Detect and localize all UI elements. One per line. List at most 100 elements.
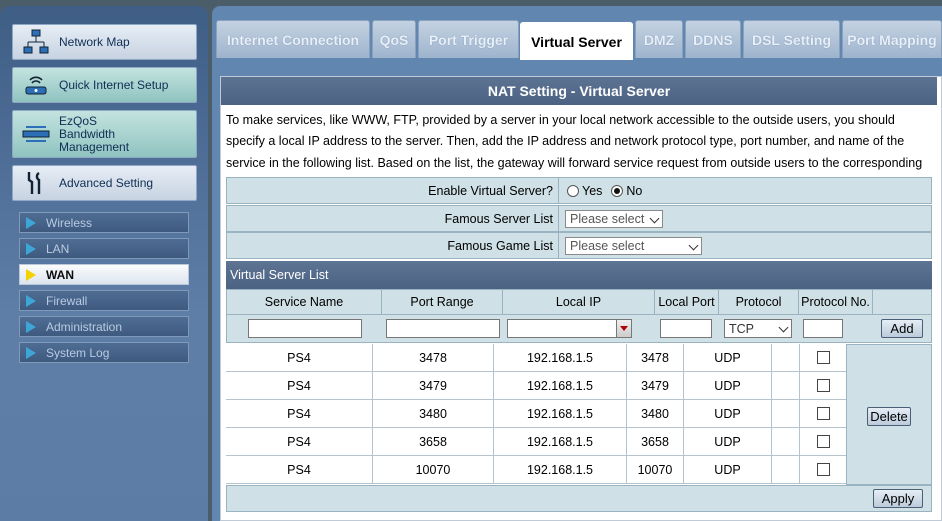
- cell-local-ip: 192.168.1.5: [494, 372, 627, 399]
- cell-protocol: UDP: [684, 372, 772, 399]
- cell-local-port: 3480: [627, 400, 684, 427]
- cell-select: [800, 456, 846, 483]
- arrow-right-icon: [26, 346, 36, 359]
- tab-port-trigger[interactable]: Port Trigger: [418, 20, 519, 58]
- enable-label: Enable Virtual Server?: [227, 178, 559, 203]
- menu-label: Quick Internet Setup: [59, 77, 169, 92]
- header-port-range: Port Range: [382, 290, 503, 314]
- dropdown-arrow-icon: [620, 326, 628, 331]
- list-title: Virtual Server List: [226, 261, 932, 289]
- menu-network-map[interactable]: Network Map: [12, 24, 197, 60]
- enable-virtual-server-row: Enable Virtual Server? Yes No: [226, 177, 932, 204]
- server-list: PS4 3478 192.168.1.5 3478 UDP PS4 3479 1…: [226, 344, 846, 485]
- famous-server-row: Famous Server List Please select: [226, 205, 932, 232]
- submenu-administration[interactable]: Administration: [19, 316, 189, 337]
- tab-ddns[interactable]: DDNS: [685, 20, 741, 58]
- list-header: Service Name Port Range Local IP Local P…: [226, 289, 932, 315]
- cell-select: [800, 372, 846, 399]
- table-row: PS4 10070 192.168.1.5 10070 UDP: [226, 456, 846, 484]
- local-ip-dropdown[interactable]: [616, 319, 632, 338]
- row-checkbox[interactable]: [816, 463, 830, 476]
- arrow-right-icon: [26, 216, 36, 229]
- famous-game-select[interactable]: Please select: [565, 236, 702, 255]
- cell-select: [800, 344, 846, 371]
- cell-service-name: PS4: [226, 456, 373, 483]
- radio-yes[interactable]: [567, 184, 579, 197]
- cell-protocol-no: [772, 344, 800, 371]
- arrow-right-icon: [26, 268, 36, 281]
- menu-quick-internet-setup[interactable]: Quick Internet Setup: [12, 67, 197, 103]
- table-row: PS4 3480 192.168.1.5 3480 UDP: [226, 400, 846, 428]
- submenu-system-log[interactable]: System Log: [19, 342, 189, 363]
- radio-no-label: No: [626, 183, 643, 198]
- header-service-name: Service Name: [227, 290, 382, 314]
- menu-label: EzQoS Bandwidth Management: [59, 113, 130, 154]
- cell-service-name: PS4: [226, 372, 373, 399]
- cell-protocol-no: [772, 456, 800, 483]
- tab-dmz[interactable]: DMZ: [635, 20, 683, 58]
- cell-local-ip: 192.168.1.5: [494, 456, 627, 483]
- service-name-input[interactable]: [248, 319, 362, 338]
- cell-local-port: 3658: [627, 428, 684, 455]
- table-row: PS4 3479 192.168.1.5 3479 UDP: [226, 372, 846, 400]
- cell-service-name: PS4: [226, 428, 373, 455]
- tab-virtual-server[interactable]: Virtual Server: [520, 22, 633, 60]
- protocol-select[interactable]: TCP: [724, 319, 792, 338]
- row-checkbox[interactable]: [816, 407, 830, 420]
- network-map-icon: [13, 25, 59, 59]
- row-checkbox[interactable]: [816, 435, 830, 448]
- submenu-lan[interactable]: LAN: [19, 238, 189, 259]
- chevron-down-icon: [778, 322, 789, 333]
- local-ip-input[interactable]: [507, 319, 632, 338]
- chevron-down-icon: [649, 213, 660, 223]
- tab-port-mapping[interactable]: Port Mapping: [842, 20, 942, 58]
- arrow-right-icon: [26, 294, 36, 307]
- local-port-input[interactable]: [660, 319, 712, 338]
- submenu-wireless[interactable]: Wireless: [19, 212, 189, 233]
- menu-advanced-setting[interactable]: Advanced Setting: [12, 165, 197, 201]
- menu-label: Network Map: [59, 34, 130, 49]
- cell-select: [800, 428, 846, 455]
- radio-yes-label: Yes: [582, 183, 603, 198]
- cell-protocol-no: [772, 372, 800, 399]
- header-protocol: Protocol: [719, 290, 799, 314]
- menu-ezqos[interactable]: EzQoS Bandwidth Management: [12, 110, 197, 158]
- tab-internet-connection[interactable]: Internet Connection: [216, 20, 370, 58]
- protocol-no-input[interactable]: [803, 319, 843, 338]
- section-title: NAT Setting - Virtual Server: [221, 77, 937, 105]
- tab-qos[interactable]: QoS: [372, 20, 416, 58]
- cell-local-ip: 192.168.1.5: [494, 428, 627, 455]
- radio-no[interactable]: [611, 184, 624, 197]
- cell-protocol: UDP: [684, 400, 772, 427]
- submenu-wan[interactable]: WAN: [19, 264, 189, 285]
- arrow-right-icon: [26, 242, 36, 255]
- famous-game-row: Famous Game List Please select: [226, 232, 932, 259]
- add-button[interactable]: Add: [881, 319, 923, 338]
- cell-protocol: UDP: [684, 428, 772, 455]
- bandwidth-icon: [13, 111, 59, 157]
- tab-dsl-setting[interactable]: DSL Setting: [743, 20, 840, 58]
- cell-port-range: 3479: [373, 372, 494, 399]
- cell-protocol: UDP: [684, 456, 772, 483]
- header-local-ip: Local IP: [503, 290, 655, 314]
- cell-port-range: 3478: [373, 344, 494, 371]
- delete-button[interactable]: Delete: [867, 407, 911, 426]
- router-icon: [13, 68, 59, 102]
- port-range-input[interactable]: [386, 319, 500, 338]
- row-checkbox[interactable]: [816, 351, 830, 364]
- famous-server-select[interactable]: Please select: [565, 209, 663, 228]
- submenu-firewall[interactable]: Firewall: [19, 290, 189, 311]
- cell-protocol-no: [772, 400, 800, 427]
- famous-server-label: Famous Server List: [227, 206, 559, 231]
- menu-label: Advanced Setting: [59, 175, 154, 190]
- list-input-row: TCP Add: [226, 315, 932, 343]
- cell-select: [800, 400, 846, 427]
- tools-icon: [13, 166, 59, 200]
- cell-local-port: 10070: [627, 456, 684, 483]
- sidebar: Network Map Quick Internet Setup EzQoS B…: [0, 6, 208, 521]
- cell-port-range: 3658: [373, 428, 494, 455]
- apply-button[interactable]: Apply: [873, 489, 923, 508]
- row-checkbox[interactable]: [816, 379, 830, 392]
- famous-game-label: Famous Game List: [227, 233, 559, 258]
- header-protocol-no: Protocol No.: [799, 290, 873, 314]
